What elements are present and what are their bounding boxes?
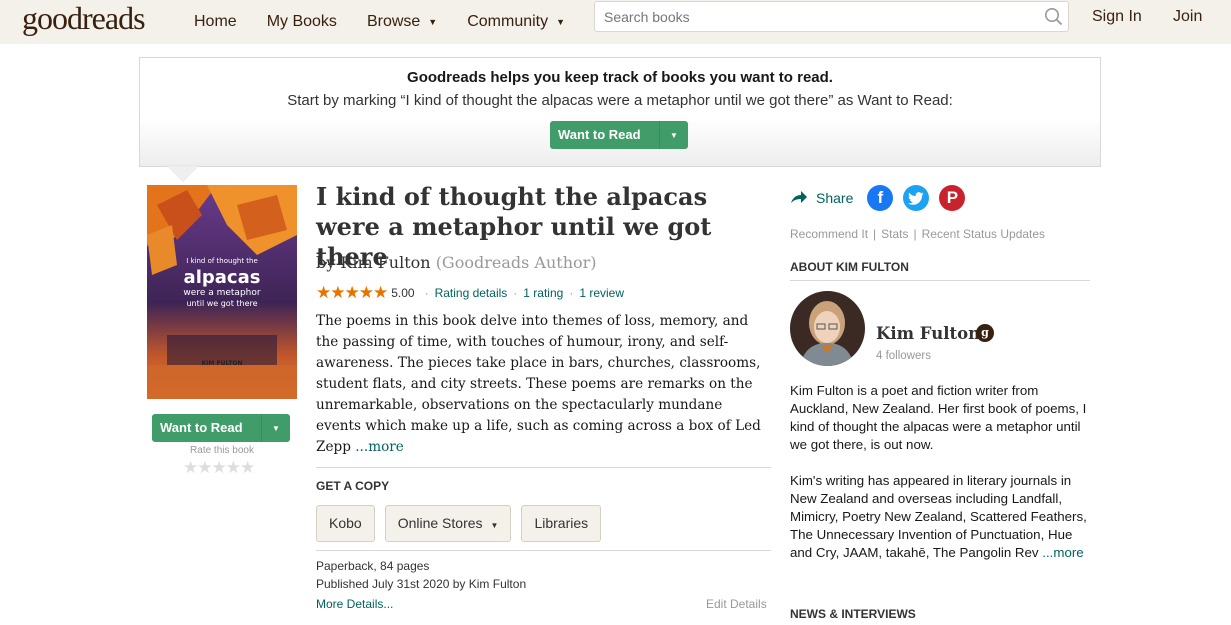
ratings-summary: ★★★★★ 5.00 · Rating details · 1 rating ·… — [316, 283, 630, 303]
main-nav: Home My Books Browse ▼ Community ▼ — [194, 0, 595, 44]
site-header: goodreads Home My Books Browse ▼ Communit… — [0, 0, 1231, 44]
rating-details-link[interactable]: Rating details — [435, 286, 508, 300]
followers-count: 4 followers — [876, 350, 931, 362]
nav-home-label: Home — [194, 13, 237, 30]
separator-dot: · — [513, 286, 518, 300]
average-rating-value: 5.00 — [391, 286, 415, 300]
separator: | — [873, 227, 877, 241]
caret-down-icon: ▼ — [556, 17, 566, 27]
shelf-dropdown-icon[interactable]: ▼ — [262, 414, 290, 442]
rate-this-book-label: Rate this book — [190, 445, 254, 456]
goodreads-logo[interactable]: goodreads — [22, 0, 146, 37]
author-bio-paragraph-2: Kim's writing has appeared in literary j… — [790, 472, 1095, 562]
want-to-read-button[interactable]: Want to Read — [152, 414, 262, 442]
reviews-count-link[interactable]: 1 review — [579, 286, 624, 300]
author-name[interactable]: Kim Fulton — [876, 324, 980, 343]
kobo-label: Kobo — [329, 515, 362, 531]
want-to-read-banner: Goodreads helps you keep track of books … — [139, 57, 1101, 167]
nav-browse[interactable]: Browse ▼ — [367, 13, 437, 31]
edit-details-link[interactable]: Edit Details — [706, 597, 767, 611]
nav-my-books-label: My Books — [266, 13, 337, 30]
share-link[interactable]: Share — [816, 190, 853, 206]
separator: | — [913, 227, 917, 241]
recent-status-updates-link[interactable]: Recent Status Updates — [922, 227, 1045, 241]
book-description: The poems in this book delve into themes… — [316, 311, 771, 458]
libraries-label: Libraries — [534, 515, 589, 531]
divider — [790, 280, 1090, 281]
banner-title: Goodreads helps you keep track of books … — [407, 69, 833, 86]
author-bio-paragraph-1: Kim Fulton is a poet and fiction writer … — [790, 383, 1087, 452]
book-details: Paperback, 84 pages Published July 31st … — [316, 557, 526, 593]
recommend-it-link[interactable]: Recommend It — [790, 227, 868, 241]
separator-dot: · — [569, 286, 574, 300]
ratings-count-link[interactable]: 1 rating — [523, 286, 563, 300]
nav-my-books[interactable]: My Books — [267, 13, 337, 31]
shelf-dropdown-icon[interactable]: ▼ — [660, 121, 688, 149]
cover-author: KIM FULTON — [202, 360, 243, 367]
separator-dot: · — [424, 286, 429, 300]
nav-community[interactable]: Community ▼ — [467, 13, 565, 31]
pinterest-icon[interactable]: P — [939, 185, 966, 211]
average-rating-stars: ★★★★★ — [316, 283, 388, 302]
divider — [316, 467, 771, 468]
more-details-link[interactable]: More Details... — [316, 597, 393, 611]
banner-pointer-fill — [167, 166, 199, 181]
book-links: Recommend It | Stats | Recent Status Updates — [790, 227, 1045, 241]
want-to-read-button[interactable]: Want to Read — [550, 121, 660, 149]
sign-in-link[interactable]: Sign In — [1092, 0, 1142, 34]
author-link[interactable]: Kim Fulton — [340, 253, 430, 272]
book-published: Published July 31st 2020 by Kim Fulton — [316, 577, 527, 591]
cover-title-line4: until we got there — [186, 299, 257, 308]
cover-title-line3: were a metaphor — [183, 288, 260, 298]
by-label: by — [316, 253, 336, 272]
book-format: Paperback, 84 pages — [316, 559, 430, 573]
search-input[interactable] — [595, 2, 1038, 31]
description-more-link[interactable]: ...more — [355, 439, 404, 455]
goodreads-author-badge-icon: g — [976, 324, 994, 342]
facebook-icon[interactable]: f — [867, 185, 894, 211]
rating-stars-input[interactable]: ★★★★★ — [183, 458, 255, 478]
news-interviews-heading: NEWS & INTERVIEWS — [790, 607, 916, 621]
banner-want-to-read-button: Want to Read ▼ — [550, 121, 688, 149]
share-arrow-icon[interactable] — [790, 190, 808, 207]
author-avatar[interactable] — [790, 291, 865, 366]
cover-title-line2: alpacas — [184, 267, 261, 288]
divider — [316, 550, 771, 551]
get-a-copy-buttons: Kobo Online Stores ▼ Libraries — [316, 505, 611, 542]
nav-home[interactable]: Home — [194, 13, 237, 31]
nav-community-label: Community — [467, 13, 549, 30]
get-a-copy-heading: GET A COPY — [316, 479, 390, 493]
libraries-button[interactable]: Libraries — [521, 505, 602, 542]
cover-want-to-read-button-group: Want to Read ▼ — [152, 414, 290, 442]
twitter-icon[interactable] — [903, 185, 930, 211]
banner-subtitle: Start by marking “I kind of thought the … — [287, 92, 953, 109]
join-link[interactable]: Join — [1173, 0, 1202, 34]
nav-browse-label: Browse — [366, 13, 421, 30]
search-icon[interactable] — [1038, 2, 1068, 32]
author-role: (Goodreads Author) — [435, 253, 597, 272]
search-box — [594, 1, 1069, 32]
description-text: The poems in this book delve into themes… — [316, 313, 761, 455]
online-stores-button[interactable]: Online Stores ▼ — [384, 505, 512, 542]
cover-title-line1: I kind of thought the — [186, 257, 258, 265]
book-cover[interactable]: I kind of thought the alpacas were a met… — [147, 185, 297, 399]
kobo-button[interactable]: Kobo — [316, 505, 375, 542]
stats-link[interactable]: Stats — [881, 227, 908, 241]
caret-down-icon: ▼ — [490, 521, 499, 530]
book-author-line: by Kim Fulton (Goodreads Author) — [316, 253, 597, 272]
about-author-heading: ABOUT KIM FULTON — [790, 260, 909, 274]
caret-down-icon: ▼ — [428, 17, 438, 27]
share-row: Share f P — [790, 185, 975, 211]
online-stores-label: Online Stores — [397, 515, 483, 531]
author-bio-more-link[interactable]: ...more — [1042, 545, 1083, 560]
